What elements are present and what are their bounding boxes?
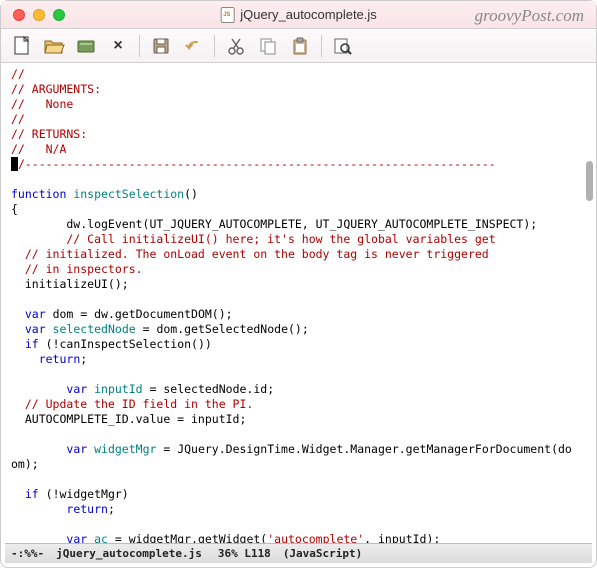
status-mode: -:%%- (11, 547, 44, 560)
code-comment: // in inspectors. (11, 262, 143, 276)
code-line: // ARGUMENTS: (11, 82, 101, 96)
separator (214, 35, 215, 57)
scrollbar[interactable] (586, 91, 593, 271)
code-line: // (11, 112, 25, 126)
code-line: { (11, 202, 18, 216)
close-window-button[interactable] (13, 9, 25, 21)
code-keyword: function (11, 187, 66, 201)
title-filename: jQuery_autocomplete.js (240, 7, 377, 22)
code-line: AUTOCOMPLETE_ID.value = inputId; (11, 412, 246, 426)
zoom-window-button[interactable] (53, 9, 65, 21)
cut-button[interactable] (223, 33, 249, 59)
separator (139, 35, 140, 57)
open-recent-button[interactable] (73, 33, 99, 59)
status-language: (JavaScript) (283, 547, 362, 560)
code-comment: // Update the ID field in the PI. (11, 397, 253, 411)
scrollbar-thumb[interactable] (586, 161, 593, 201)
paste-button[interactable] (287, 33, 313, 59)
code-line: // None (11, 97, 73, 111)
new-file-button[interactable] (9, 33, 35, 59)
minimize-window-button[interactable] (33, 9, 45, 21)
save-button[interactable] (148, 33, 174, 59)
find-button[interactable] (330, 33, 356, 59)
code-comment: // Call initializeUI() here; it's how th… (11, 232, 496, 246)
watermark: groovyPost.com (475, 6, 584, 26)
code-line: // RETURNS: (11, 127, 87, 141)
js-file-icon (220, 7, 234, 23)
close-file-button[interactable]: × (105, 33, 131, 59)
code-line: om); (11, 457, 39, 471)
toolbar: × (1, 29, 596, 63)
status-bar: -:%%- jQuery_autocomplete.js 36% L118 (J… (5, 543, 592, 563)
titlebar: jQuery_autocomplete.js groovyPost.com (1, 1, 596, 29)
code-line: // N/A (11, 142, 66, 156)
open-file-button[interactable] (41, 33, 67, 59)
separator (321, 35, 322, 57)
code-line: dw.logEvent(UT_JQUERY_AUTOCOMPLETE, UT_J… (11, 217, 537, 231)
window-title: jQuery_autocomplete.js (220, 7, 377, 23)
code-line: // (11, 67, 25, 81)
copy-button[interactable] (255, 33, 281, 59)
undo-button[interactable] (180, 33, 206, 59)
code-editor[interactable]: // // ARGUMENTS: // None // // RETURNS: … (1, 63, 596, 543)
status-position: 36% L118 (218, 547, 271, 560)
code-line: /---------------------------------------… (18, 157, 496, 171)
traffic-lights (1, 9, 65, 21)
status-filename: jQuery_autocomplete.js (56, 547, 202, 560)
code-line: initializeUI(); (11, 277, 129, 291)
code-comment: // initialized. The onLoad event on the … (11, 247, 489, 261)
code-funcname: inspectSelection (73, 187, 184, 201)
cursor: / (11, 157, 18, 171)
